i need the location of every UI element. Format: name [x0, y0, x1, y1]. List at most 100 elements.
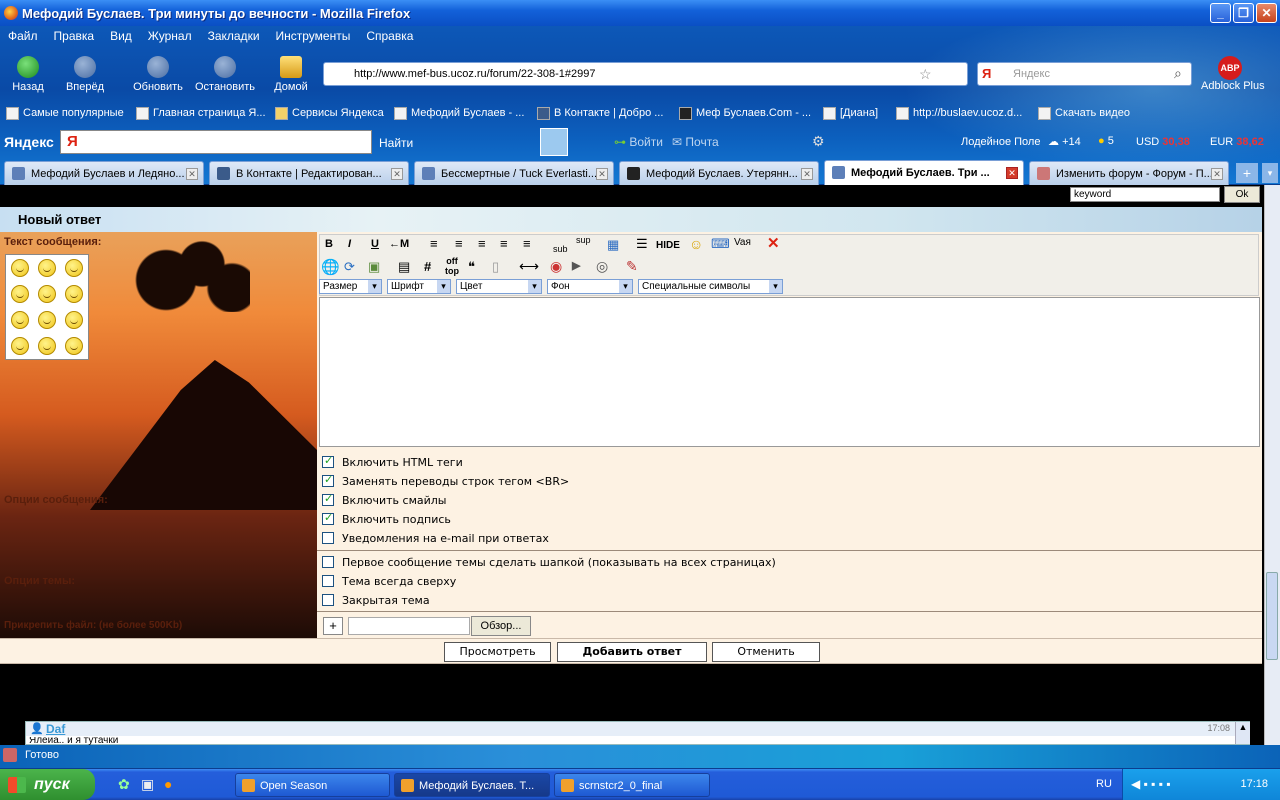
smiley-sad-icon[interactable] [37, 285, 56, 303]
hide-button[interactable]: HIDE [656, 240, 680, 251]
stop-button[interactable]: Остановить [193, 56, 257, 93]
list-icon[interactable]: ☰ [636, 236, 648, 252]
quicklaunch-desktop-icon[interactable]: ▣ [141, 776, 154, 793]
checkbox[interactable] [322, 454, 334, 468]
align-left-icon[interactable]: ≡ [430, 236, 438, 251]
tab-close-icon[interactable]: ✕ [596, 168, 608, 180]
bookmark-3[interactable]: Мефодий Буслаев - ... [394, 105, 524, 121]
tab-close-icon[interactable]: ✕ [801, 168, 813, 180]
maximize-button[interactable]: ❐ [1233, 3, 1254, 23]
option-first-post-header[interactable]: Первое сообщение темы сделать шапкой (по… [322, 554, 776, 570]
start-button[interactable]: пуск [0, 769, 95, 800]
checkbox[interactable] [322, 575, 334, 587]
taskbar-item-folder[interactable]: scrnstcr2_0_final [554, 773, 710, 797]
smiley-tongue-icon[interactable] [10, 337, 29, 355]
font-select[interactable]: Шрифт [387, 279, 451, 294]
clear-icon[interactable]: ✕ [767, 234, 780, 252]
city-label[interactable]: Лодейное Поле [961, 136, 1040, 148]
subscript-button[interactable]: sub [553, 244, 568, 254]
italic-button[interactable]: I [348, 238, 351, 250]
align-right-icon[interactable]: ≡ [478, 236, 486, 251]
smiley-smile-icon[interactable] [37, 311, 56, 329]
menu-tools[interactable]: Инструменты [268, 29, 359, 45]
page-scrollbar[interactable] [1264, 185, 1280, 745]
tab-close-icon[interactable]: ✕ [391, 168, 403, 180]
checkbox[interactable] [322, 532, 334, 544]
tab-list-button[interactable]: ▾ [1262, 163, 1278, 183]
home-button[interactable]: Домой [272, 56, 310, 93]
tab-close-icon[interactable]: ✕ [1211, 168, 1223, 180]
hash-button[interactable]: # [424, 259, 431, 274]
menu-edit[interactable]: Правка [46, 29, 103, 45]
file-path-input[interactable] [348, 617, 470, 635]
paint-icon[interactable]: ✎ [626, 258, 638, 275]
option-smileys[interactable]: Включить смайлы [322, 492, 446, 508]
tab-3[interactable]: Мефодий Буслаев. Утерянн... ✕ [619, 161, 819, 185]
forum-search-ok-button[interactable]: Ok [1224, 186, 1260, 203]
checkbox[interactable] [322, 492, 334, 506]
bookmark-4[interactable]: В Контакте | Добро ... [537, 105, 663, 121]
quote-icon[interactable]: ❝ [468, 259, 475, 275]
tab-2[interactable]: Бессмертные / Tuck Everlasti... ✕ [414, 161, 614, 185]
table-icon[interactable]: ▦ [607, 237, 619, 253]
tab-close-icon[interactable]: ✕ [186, 168, 198, 180]
close-button[interactable]: ✕ [1256, 3, 1277, 23]
address-bar[interactable]: http://www.mef-bus.ucoz.ru/forum/22-308-… [323, 62, 968, 86]
tab-5[interactable]: Изменить форум - Форум - П... ✕ [1029, 161, 1229, 185]
indent-icon[interactable]: ≡ [523, 236, 531, 251]
add-file-button[interactable]: + [323, 617, 343, 635]
checkbox[interactable] [322, 511, 334, 525]
checkbox[interactable] [322, 556, 334, 568]
option-email-notify[interactable]: Уведомления на e-mail при ответах [322, 530, 549, 546]
link-icon[interactable]: 🌐 [321, 258, 340, 276]
option-signature[interactable]: Включить подпись [322, 511, 451, 527]
yandex-mail[interactable]: ✉ Почта [672, 135, 719, 149]
submit-reply-button[interactable]: Добавить ответ [557, 642, 707, 662]
bookmark-8[interactable]: Скачать видео [1038, 105, 1130, 121]
new-tab-button[interactable]: + [1236, 163, 1258, 183]
weather[interactable]: ☁ +14 [1048, 135, 1081, 148]
menu-file[interactable]: Файл [0, 29, 46, 45]
taskbar-item-open-season[interactable]: Open Season [235, 773, 390, 797]
reload-button[interactable]: Обновить [130, 56, 186, 93]
traffic[interactable]: ● 5 [1098, 135, 1114, 147]
star-icon[interactable]: ☆ [919, 66, 932, 83]
tray-icons[interactable]: ◀ ▪ ▪ ▪ ▪ [1131, 777, 1171, 791]
preview-button[interactable]: Просмотреть [444, 642, 551, 662]
search-box[interactable]: Я Яндекс ⌕ [977, 62, 1192, 86]
smiley-biggrin-icon[interactable] [37, 259, 56, 277]
scrollbar-thumb[interactable] [1266, 572, 1278, 660]
smiley-unsure-icon[interactable] [37, 337, 56, 355]
checkbox[interactable] [322, 594, 334, 606]
bookmark-6[interactable]: [Диана] [823, 105, 878, 121]
smiley-angry-icon[interactable] [10, 259, 29, 277]
forum-search-input[interactable]: keyword [1070, 187, 1220, 202]
spellcheck-icon[interactable] [540, 128, 568, 156]
align-center-icon[interactable]: ≡ [455, 236, 463, 251]
back-button[interactable]: Назад [10, 56, 46, 93]
smiley-cry-icon[interactable] [10, 285, 29, 303]
superscript-button[interactable]: sup [576, 235, 591, 245]
yandex-logo[interactable]: Яндекс [4, 134, 54, 150]
image-icon[interactable]: ▣ [368, 259, 380, 275]
browse-button[interactable]: Обзор... [471, 616, 531, 636]
option-sticky[interactable]: Тема всегда сверху [322, 573, 456, 589]
adblock-label[interactable]: Adblock Plus [1201, 80, 1265, 92]
special-chars-select[interactable]: Специальные символы [638, 279, 783, 294]
color-select[interactable]: Цвет [456, 279, 542, 294]
search-icon[interactable]: ⌕ [1174, 65, 1182, 82]
tab-0[interactable]: Мефодий Буслаев и Ледяно... ✕ [4, 161, 204, 185]
option-closed[interactable]: Закрытая тема [322, 592, 430, 608]
hr-icon[interactable]: ⟷ [519, 258, 539, 275]
underline-button[interactable]: U [371, 238, 379, 250]
message-textarea[interactable] [319, 297, 1260, 447]
smiley-icon[interactable]: ☺ [689, 236, 703, 252]
gear-icon[interactable]: ⚙ [812, 133, 825, 150]
bookmark-1[interactable]: Главная страница Я... [136, 105, 266, 121]
quicklaunch-icon[interactable]: ✿ [118, 776, 130, 793]
background-select[interactable]: Фон [547, 279, 633, 294]
size-select[interactable]: Размер [319, 279, 382, 294]
comment-author[interactable]: Daf [46, 722, 65, 736]
audio-icon[interactable]: ◉ [550, 258, 562, 275]
bookmark-5[interactable]: Меф Буслаев.Com - ... [679, 105, 811, 121]
